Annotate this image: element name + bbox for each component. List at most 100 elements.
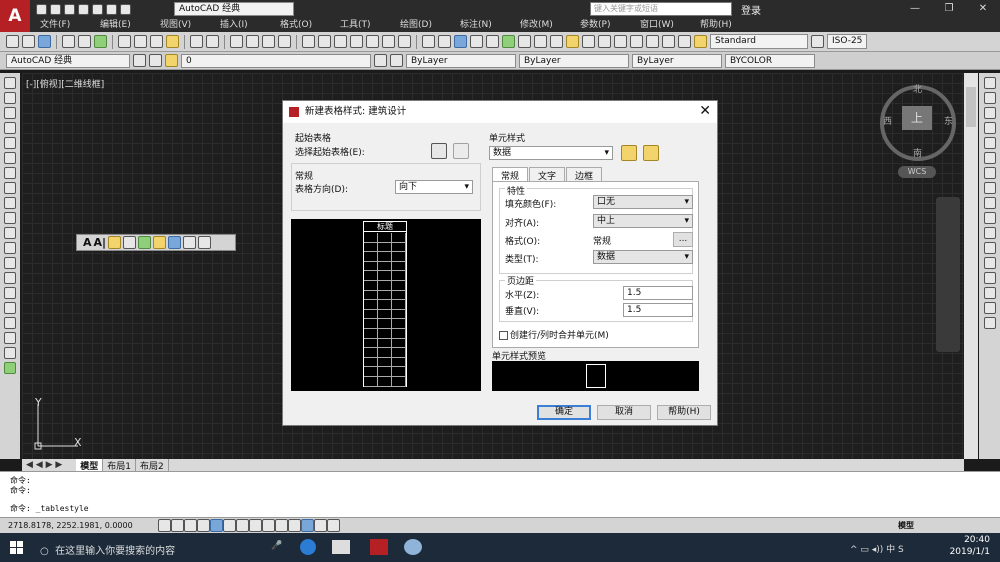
stretch-icon[interactable] — [983, 197, 996, 209]
justify-text-icon[interactable] — [183, 236, 197, 249]
rectangle-icon[interactable] — [4, 137, 16, 149]
save-icon[interactable] — [38, 35, 51, 48]
break-icon[interactable] — [983, 257, 996, 269]
restore-icon[interactable]: ❐ — [932, 0, 966, 18]
copy-object-icon[interactable] — [983, 92, 996, 104]
compass-east[interactable]: 东 — [944, 114, 953, 127]
menu-help[interactable]: 帮助(H) — [690, 18, 750, 32]
object-snap-tracking-icon[interactable] — [249, 519, 262, 532]
extend-icon[interactable] — [983, 227, 996, 239]
grid-display-icon[interactable] — [184, 519, 197, 532]
join-icon[interactable] — [983, 272, 996, 284]
chamfer-icon[interactable] — [983, 287, 996, 299]
single-line-text-icon[interactable]: A| — [94, 236, 107, 249]
copy-icon[interactable] — [534, 35, 547, 48]
open-icon[interactable] — [438, 35, 451, 48]
menu-draw[interactable]: 绘图(D) — [390, 18, 450, 32]
revcloud-icon[interactable] — [4, 182, 16, 194]
ellipse-arc-icon[interactable] — [4, 227, 16, 239]
manage-cell-styles-icon[interactable] — [643, 145, 659, 161]
fillet-icon[interactable] — [983, 302, 996, 314]
construction-line-icon[interactable] — [4, 92, 16, 104]
paint-icon[interactable] — [404, 539, 422, 555]
print-icon[interactable] — [470, 35, 483, 48]
move-icon[interactable] — [983, 152, 996, 164]
cancel-button[interactable]: 取消 — [597, 405, 651, 420]
open-icon[interactable] — [22, 35, 35, 48]
alignment-select[interactable]: 中上 — [593, 214, 693, 228]
lineweight-combo[interactable]: ByLayer — [632, 53, 722, 68]
find-replace-icon[interactable] — [123, 236, 137, 249]
cut-icon[interactable] — [118, 35, 131, 48]
publish-icon[interactable] — [502, 35, 515, 48]
tool-palettes-icon[interactable] — [334, 35, 347, 48]
text-style-icon[interactable] — [694, 35, 707, 48]
help-icon[interactable] — [678, 35, 691, 48]
menu-window[interactable]: 窗口(W) — [630, 18, 690, 32]
open-icon[interactable] — [50, 3, 61, 15]
polar-tracking-icon[interactable] — [210, 519, 223, 532]
line-icon[interactable] — [4, 77, 16, 89]
menu-insert[interactable]: 插入(I) — [210, 18, 270, 32]
delete-table-icon[interactable] — [453, 143, 469, 159]
dynamic-input-icon[interactable] — [275, 519, 288, 532]
selection-cycling-icon[interactable] — [327, 519, 340, 532]
menu-edit[interactable]: 编辑(E) — [90, 18, 150, 32]
new-icon[interactable] — [422, 35, 435, 48]
transparency-icon[interactable] — [301, 519, 314, 532]
mirror-icon[interactable] — [983, 107, 996, 119]
system-clock[interactable]: 20:40 2019/1/1 — [950, 534, 990, 558]
autocad-logo[interactable]: A — [0, 0, 30, 32]
convert-space-icon[interactable] — [198, 236, 212, 249]
offset-icon[interactable] — [983, 122, 996, 134]
trim-icon[interactable] — [983, 212, 996, 224]
layer-manager-icon[interactable] — [149, 54, 162, 67]
preview-icon[interactable] — [78, 35, 91, 48]
ortho-mode-icon[interactable] — [197, 519, 210, 532]
zoom-icon[interactable] — [630, 35, 643, 48]
search-input[interactable]: 键入关键字或短语 — [590, 2, 732, 16]
paste-icon[interactable] — [550, 35, 563, 48]
make-current-icon[interactable] — [374, 54, 387, 67]
snap-mode-icon[interactable] — [171, 519, 184, 532]
save-icon[interactable] — [454, 35, 467, 48]
help-button[interactable]: 帮助(H) — [657, 405, 711, 420]
workspace-combo[interactable]: AutoCAD 经典 — [174, 2, 294, 16]
text-style-combo[interactable]: Standard — [710, 34, 808, 49]
redo-icon[interactable] — [206, 35, 219, 48]
select-table-icon[interactable] — [431, 143, 447, 159]
properties-icon[interactable] — [302, 35, 315, 48]
checkbox-box[interactable] — [499, 331, 508, 340]
save-icon[interactable] — [64, 3, 75, 15]
erase-icon[interactable] — [983, 77, 996, 89]
dialog-close-button[interactable]: ✕ — [699, 103, 711, 119]
type-select[interactable]: 数据 — [593, 250, 693, 264]
polygon-icon[interactable] — [4, 122, 16, 134]
mtext-icon[interactable]: A — [83, 236, 92, 249]
circle-icon[interactable] — [4, 167, 16, 179]
zoom-previous-icon[interactable] — [278, 35, 291, 48]
taskbar-search[interactable]: ○ 在这里输入你要搜索的内容 — [40, 542, 175, 557]
viewport-label[interactable]: [-][俯视][二维线框] — [26, 77, 104, 90]
publish-icon[interactable] — [94, 35, 107, 48]
wcs-menu[interactable]: WCS — [898, 166, 936, 178]
spelling-icon[interactable] — [138, 236, 152, 249]
vertical-scrollbar[interactable] — [964, 73, 978, 459]
pan-icon[interactable] — [230, 35, 243, 48]
rotate-icon[interactable] — [983, 167, 996, 179]
zoom-window-icon[interactable] — [262, 35, 275, 48]
text-style-icon[interactable] — [153, 236, 167, 249]
create-cell-style-icon[interactable] — [621, 145, 637, 161]
menu-file[interactable]: 文件(F) — [30, 18, 90, 32]
copy-icon[interactable] — [134, 35, 147, 48]
scale-text-icon[interactable] — [168, 236, 182, 249]
add-selected-icon[interactable] — [4, 362, 16, 374]
menu-view[interactable]: 视图(V) — [150, 18, 210, 32]
zoom-window-icon[interactable] — [646, 35, 659, 48]
edge-icon[interactable] — [300, 539, 316, 555]
region-icon[interactable] — [4, 317, 16, 329]
cell-style-select[interactable]: 数据 — [489, 146, 613, 160]
match-properties-icon[interactable] — [566, 35, 579, 48]
redo-icon[interactable] — [120, 3, 131, 15]
close-icon[interactable]: ✕ — [966, 0, 1000, 18]
